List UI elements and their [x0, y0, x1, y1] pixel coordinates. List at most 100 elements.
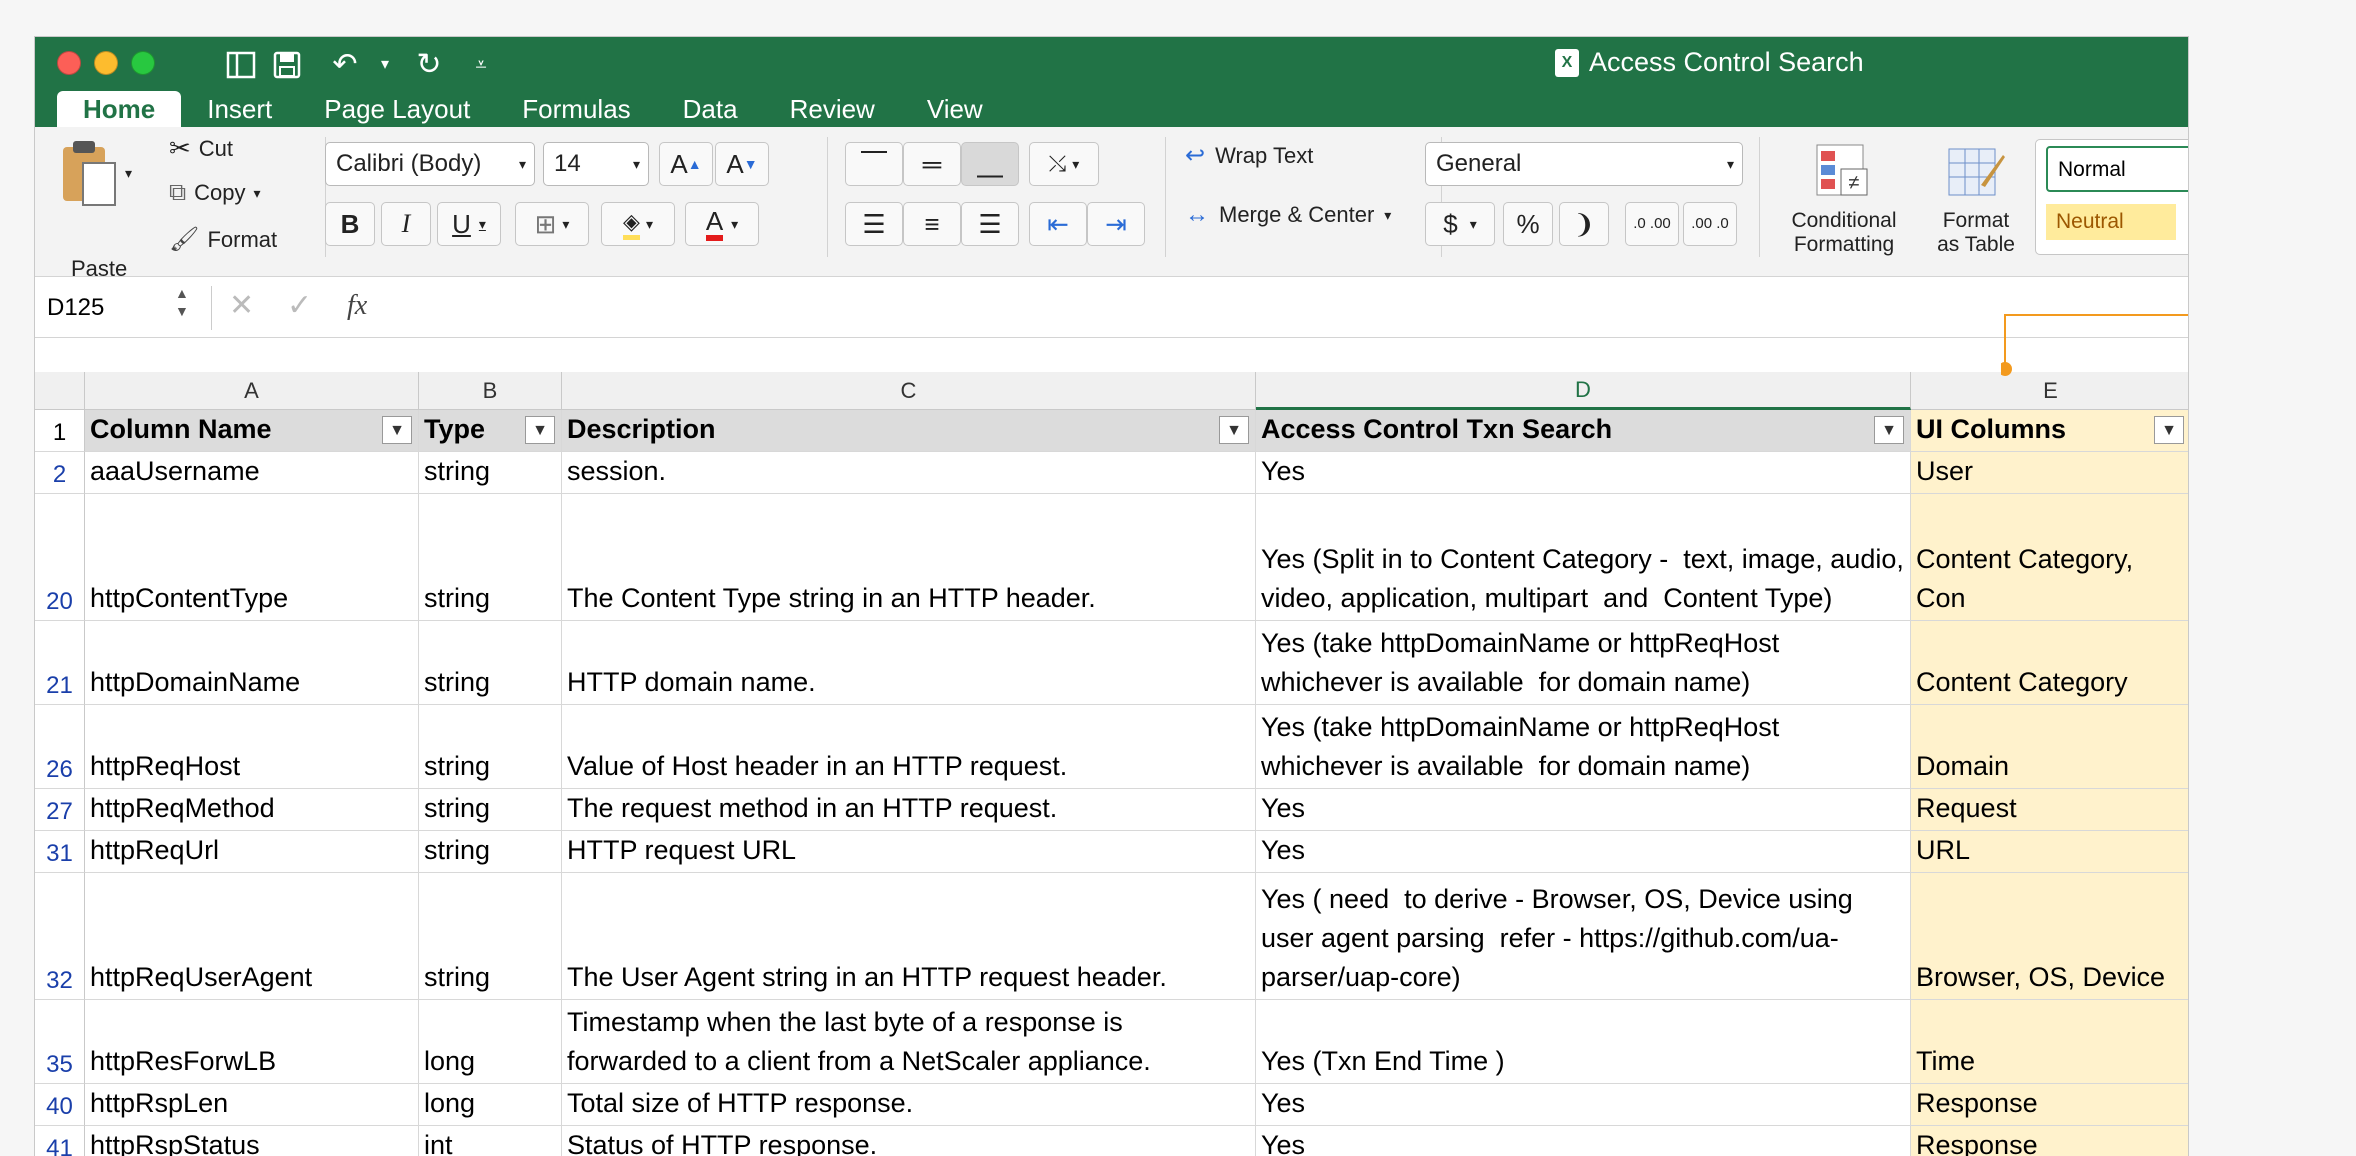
italic-button[interactable]: I: [381, 202, 431, 246]
column-header-a[interactable]: A: [85, 372, 419, 410]
table-cell-e[interactable]: Response: [1911, 1126, 2188, 1156]
table-cell-a[interactable]: httpReqUrl: [85, 831, 419, 873]
increase-indent-button[interactable]: ⇥: [1087, 202, 1145, 246]
table-cell-c[interactable]: HTTP domain name.: [562, 621, 1256, 705]
header-cell-a[interactable]: Column Name ▼: [85, 410, 419, 452]
name-box[interactable]: D125: [47, 294, 104, 322]
table-cell-c[interactable]: session.: [562, 452, 1256, 494]
percent-button[interactable]: %: [1503, 202, 1553, 246]
table-cell-d[interactable]: Yes: [1256, 831, 1911, 873]
column-header-d[interactable]: D: [1256, 372, 1911, 410]
table-cell-d[interactable]: Yes: [1256, 452, 1911, 494]
increase-font-size-button[interactable]: A ▲: [659, 142, 713, 186]
table-cell-a[interactable]: httpDomainName: [85, 621, 419, 705]
filter-dropdown-icon[interactable]: ▼: [1219, 416, 1249, 444]
table-cell-a[interactable]: httpRspLen: [85, 1084, 419, 1126]
font-size-select[interactable]: 14 ▾: [543, 142, 649, 186]
table-cell-e[interactable]: Content Category: [1911, 621, 2188, 705]
header-cell-d[interactable]: Access Control Txn Search ▼: [1256, 410, 1911, 452]
table-cell-d[interactable]: Yes (Split in to Content Category - text…: [1256, 494, 1911, 621]
table-cell-c[interactable]: Value of Host header in an HTTP request.: [562, 705, 1256, 789]
header-cell-c[interactable]: Description ▼: [562, 410, 1256, 452]
table-cell-e[interactable]: Request: [1911, 789, 2188, 831]
font-name-select[interactable]: Calibri (Body) ▾: [325, 142, 535, 186]
style-neutral[interactable]: Neutral: [2046, 204, 2176, 240]
header-cell-b[interactable]: Type ▼: [419, 410, 562, 452]
decrease-font-size-button[interactable]: A ▼: [715, 142, 769, 186]
table-cell-d[interactable]: Yes: [1256, 789, 1911, 831]
conditional-formatting-button[interactable]: ≠ Conditional Formatting: [1779, 141, 1909, 271]
align-right-button[interactable]: ☰: [961, 202, 1019, 246]
align-middle-button[interactable]: ═: [903, 142, 961, 186]
close-window-button[interactable]: [57, 51, 81, 75]
undo-icon[interactable]: ↶: [325, 45, 365, 85]
column-header-c[interactable]: C: [562, 372, 1256, 410]
bold-button[interactable]: B: [325, 202, 375, 246]
table-cell-d[interactable]: Yes: [1256, 1084, 1911, 1126]
table-cell-b[interactable]: long: [419, 1000, 562, 1084]
table-cell-a[interactable]: httpReqHost: [85, 705, 419, 789]
table-cell-c[interactable]: Status of HTTP response.: [562, 1126, 1256, 1156]
tab-formulas[interactable]: Formulas: [496, 91, 656, 127]
table-cell-c[interactable]: Total size of HTTP response.: [562, 1084, 1256, 1126]
table-cell-c[interactable]: The User Agent string in an HTTP request…: [562, 873, 1256, 1000]
table-cell-b[interactable]: string: [419, 621, 562, 705]
table-cell-c[interactable]: The Content Type string in an HTTP heade…: [562, 494, 1256, 621]
row-header[interactable]: 26: [35, 705, 85, 789]
wrap-text-button[interactable]: ↩ Wrap Text: [1185, 141, 1313, 170]
copy-dropdown-icon[interactable]: ▾: [254, 185, 261, 202]
row-header[interactable]: 35: [35, 1000, 85, 1084]
name-box-stepper[interactable]: ▲ ▼: [175, 284, 189, 320]
table-cell-b[interactable]: string: [419, 831, 562, 873]
table-cell-e[interactable]: Browser, OS, Device: [1911, 873, 2188, 1000]
table-cell-e[interactable]: Content Category, Con: [1911, 494, 2188, 621]
orientation-button[interactable]: ⤯ ▾: [1029, 142, 1099, 186]
confirm-icon[interactable]: ✓: [287, 288, 312, 323]
row-header[interactable]: 27: [35, 789, 85, 831]
table-cell-e[interactable]: Time: [1911, 1000, 2188, 1084]
table-cell-a[interactable]: httpContentType: [85, 494, 419, 621]
table-cell-d[interactable]: Yes: [1256, 1126, 1911, 1156]
table-cell-b[interactable]: string: [419, 873, 562, 1000]
save-icon[interactable]: [267, 45, 307, 85]
table-cell-b[interactable]: string: [419, 789, 562, 831]
tab-data[interactable]: Data: [657, 91, 764, 127]
table-cell-d[interactable]: Yes ( need to derive - Browser, OS, Devi…: [1256, 873, 1911, 1000]
align-left-button[interactable]: ☰: [845, 202, 903, 246]
table-cell-b[interactable]: long: [419, 1084, 562, 1126]
table-cell-b[interactable]: int: [419, 1126, 562, 1156]
row-header[interactable]: 2: [35, 452, 85, 494]
increase-decimal-button[interactable]: .0 .00: [1625, 202, 1679, 246]
style-normal[interactable]: Normal: [2046, 146, 2188, 192]
undo-dropdown-icon[interactable]: ▾: [375, 45, 395, 85]
redo-icon[interactable]: ↻: [409, 45, 449, 85]
merge-center-button[interactable]: ↔ Merge & Center ▾: [1185, 201, 1391, 229]
formula-input[interactable]: [395, 286, 2185, 330]
font-color-button[interactable]: A ▾: [685, 202, 759, 246]
table-cell-c[interactable]: Timestamp when the last byte of a respon…: [562, 1000, 1256, 1084]
tab-view[interactable]: View: [901, 91, 1009, 127]
fill-color-button[interactable]: ◈ ▾: [601, 202, 675, 246]
comma-style-button[interactable]: ❩: [1559, 202, 1609, 246]
header-cell-e[interactable]: UI Columns ▼: [1911, 410, 2188, 452]
minimize-window-button[interactable]: [94, 51, 118, 75]
table-cell-b[interactable]: string: [419, 494, 562, 621]
table-cell-d[interactable]: Yes (take httpDomainName or httpReqHost …: [1256, 621, 1911, 705]
zoom-window-button[interactable]: [131, 51, 155, 75]
tab-home[interactable]: Home: [57, 91, 182, 127]
sidebar-toggle-icon[interactable]: [221, 45, 261, 85]
column-header-e[interactable]: E: [1911, 372, 2188, 410]
currency-button[interactable]: $ ▾: [1425, 202, 1495, 246]
table-cell-c[interactable]: HTTP request URL: [562, 831, 1256, 873]
number-format-select[interactable]: General ▾: [1425, 142, 1743, 186]
column-header-b[interactable]: B: [419, 372, 562, 410]
table-cell-d[interactable]: Yes (Txn End Time ): [1256, 1000, 1911, 1084]
row-header[interactable]: 41: [35, 1126, 85, 1156]
table-cell-e[interactable]: URL: [1911, 831, 2188, 873]
format-painter-button[interactable]: 🖌 Format: [169, 225, 277, 254]
table-cell-b[interactable]: string: [419, 452, 562, 494]
decrease-indent-button[interactable]: ⇤: [1029, 202, 1087, 246]
filter-dropdown-icon[interactable]: ▼: [2154, 416, 2184, 444]
borders-button[interactable]: ⊞ ▾: [515, 202, 589, 246]
copy-button[interactable]: ⧉ Copy ▾: [169, 179, 261, 207]
